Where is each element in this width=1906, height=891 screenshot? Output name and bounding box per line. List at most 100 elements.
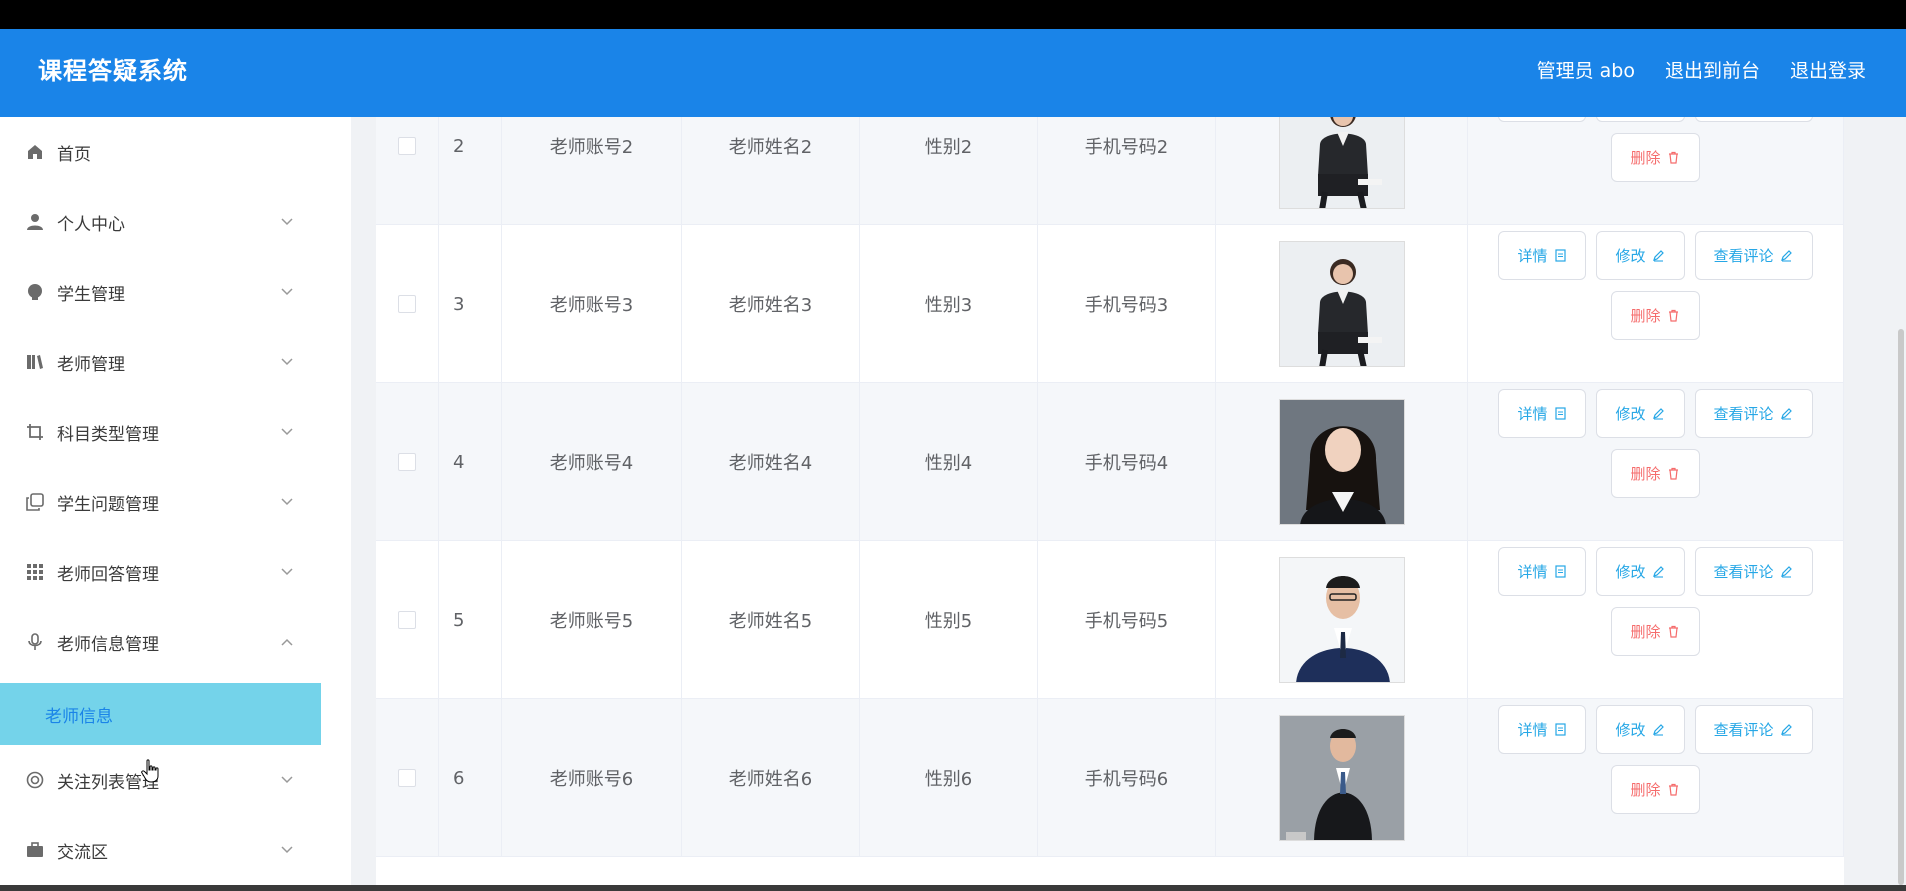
teacher-name-cell: 老师姓名6 [682, 699, 860, 857]
teacher-photo[interactable] [1278, 715, 1405, 841]
sidebar-item-student-question-management[interactable]: 学生问题管理 [0, 467, 321, 537]
teacher-account-cell: 老师账号2 [502, 117, 682, 225]
mic-icon [25, 632, 45, 652]
document-icon [1553, 723, 1567, 737]
gender-cell: 性别5 [860, 541, 1038, 699]
detail-button-label: 详情 [1517, 405, 1548, 423]
row-checkbox[interactable] [398, 295, 416, 313]
sidebar-item-teacher-info-management[interactable]: 老师信息管理 [0, 607, 321, 677]
teacher-account-cell: 老师账号4 [502, 383, 682, 541]
sidebar-item-follow-list-management[interactable]: 关注列表管理 [0, 745, 321, 815]
trash-icon [1667, 309, 1681, 323]
books-icon [25, 352, 45, 372]
sidebar-item-teacher-management[interactable]: 老师管理 [0, 327, 321, 397]
delete-button[interactable]: 删除 [1611, 449, 1700, 498]
view-comments-button[interactable]: 查看评论 [1694, 389, 1813, 438]
crop-icon [25, 422, 45, 442]
phone-cell: 手机号码3 [1038, 225, 1216, 383]
top-header: 课程答疑系统 管理员 abo 退出到前台 退出登录 [0, 29, 1906, 117]
teacher-photo[interactable] [1278, 399, 1405, 525]
edit-button[interactable]: 修改 [1596, 231, 1685, 280]
row-checkbox[interactable] [398, 769, 416, 787]
detail-button[interactable]: 详情 [1498, 705, 1587, 754]
index-cell: 3 [439, 225, 502, 383]
sidebar-item-label: 老师信息管理 [57, 634, 159, 655]
row-checkbox[interactable] [398, 453, 416, 471]
detail-button[interactable]: 详情 [1498, 231, 1587, 280]
photo-cell [1216, 383, 1468, 541]
sidebar-item-home[interactable]: 首页 [0, 117, 321, 187]
window-bottom-edge [0, 885, 1906, 891]
chevron-down-icon [279, 842, 295, 858]
trash-icon [1667, 625, 1681, 639]
delete-button[interactable]: 删除 [1611, 291, 1700, 340]
teacher-name-cell: 老师姓名3 [682, 225, 860, 383]
photo-cell [1216, 699, 1468, 857]
edit-button[interactable]: 修改 [1596, 547, 1685, 596]
admin-user-label[interactable]: 管理员 abo [1537, 51, 1635, 91]
view-comments-button[interactable]: 查看评论 [1694, 705, 1813, 754]
gender-cell: 性别6 [860, 699, 1038, 857]
view-comments-button-label: 查看评论 [1713, 405, 1774, 423]
edit-button[interactable]: 修改 [1596, 117, 1685, 122]
sidebar-item-subject-type-management[interactable]: 科目类型管理 [0, 397, 321, 467]
home-icon [25, 142, 45, 162]
teacher-account-cell: 老师账号3 [502, 225, 682, 383]
user-icon [25, 212, 45, 232]
table-row: 2老师账号2老师姓名2性别2手机号码2 详情 修改 查看评论删除 [376, 117, 1844, 225]
sidebar-item-label: 首页 [57, 144, 91, 165]
chevron-down-icon [279, 354, 295, 370]
delete-button[interactable]: 删除 [1611, 607, 1700, 656]
edit-button[interactable]: 修改 [1596, 705, 1685, 754]
pen-icon [1780, 407, 1794, 421]
sidebar-item-exchange-area[interactable]: 交流区 [0, 815, 321, 885]
document-icon [1553, 407, 1567, 421]
phone-cell: 手机号码4 [1038, 383, 1216, 541]
row-checkbox[interactable] [398, 137, 416, 155]
sidebar-item-teacher-answer-management[interactable]: 老师回答管理 [0, 537, 321, 607]
edit-button-label: 修改 [1615, 563, 1646, 581]
delete-button-label: 删除 [1630, 465, 1661, 483]
detail-button-label: 详情 [1517, 247, 1548, 265]
chevron-down-icon [279, 564, 295, 580]
actions-cell: 详情 修改 查看评论删除 [1468, 383, 1844, 541]
exit-to-front-link[interactable]: 退出到前台 [1665, 51, 1760, 91]
actions-cell: 详情 修改 查看评论删除 [1468, 225, 1844, 383]
view-comments-button-label: 查看评论 [1713, 563, 1774, 581]
page-scrollbar[interactable] [1898, 329, 1904, 885]
teacher-photo[interactable] [1278, 557, 1405, 683]
sidebar-item-label: 老师管理 [57, 354, 125, 375]
teacher-name-cell: 老师姓名4 [682, 383, 860, 541]
sidebar-item-personal-center[interactable]: 个人中心 [0, 187, 321, 257]
detail-button[interactable]: 详情 [1498, 117, 1587, 122]
select-cell [376, 225, 439, 383]
actions-cell: 详情 修改 查看评论删除 [1468, 699, 1844, 857]
view-comments-button[interactable]: 查看评论 [1694, 117, 1813, 122]
actions-cell: 详情 修改 查看评论删除 [1468, 117, 1844, 225]
delete-button-label: 删除 [1630, 623, 1661, 641]
trash-icon [1667, 783, 1681, 797]
bulb-icon [25, 282, 45, 302]
index-cell: 2 [439, 117, 502, 225]
delete-button[interactable]: 删除 [1611, 765, 1700, 814]
view-comments-button[interactable]: 查看评论 [1694, 547, 1813, 596]
chevron-up-icon [279, 634, 295, 650]
pen-icon [1780, 249, 1794, 263]
teacher-info-table: 2老师账号2老师姓名2性别2手机号码2详情修改查看评论删除3老师账号3老师姓名3… [376, 117, 1844, 885]
delete-button[interactable]: 删除 [1611, 133, 1700, 182]
teacher-photo[interactable] [1278, 241, 1405, 367]
row-checkbox[interactable] [398, 611, 416, 629]
edit-button[interactable]: 修改 [1596, 389, 1685, 438]
detail-button[interactable]: 详情 [1498, 389, 1587, 438]
detail-button[interactable]: 详情 [1498, 547, 1587, 596]
view-comments-button[interactable]: 查看评论 [1694, 231, 1813, 280]
sidebar-subitem-teacher-info[interactable]: 老师信息 [0, 683, 321, 745]
logout-link[interactable]: 退出登录 [1790, 51, 1866, 91]
teacher-photo[interactable] [1278, 117, 1405, 209]
sidebar-item-label: 学生管理 [57, 284, 125, 305]
lifebuoy-icon [25, 770, 45, 790]
sidebar-item-student-management[interactable]: 学生管理 [0, 257, 321, 327]
index-cell: 6 [439, 699, 502, 857]
select-cell [376, 699, 439, 857]
select-cell [376, 541, 439, 699]
